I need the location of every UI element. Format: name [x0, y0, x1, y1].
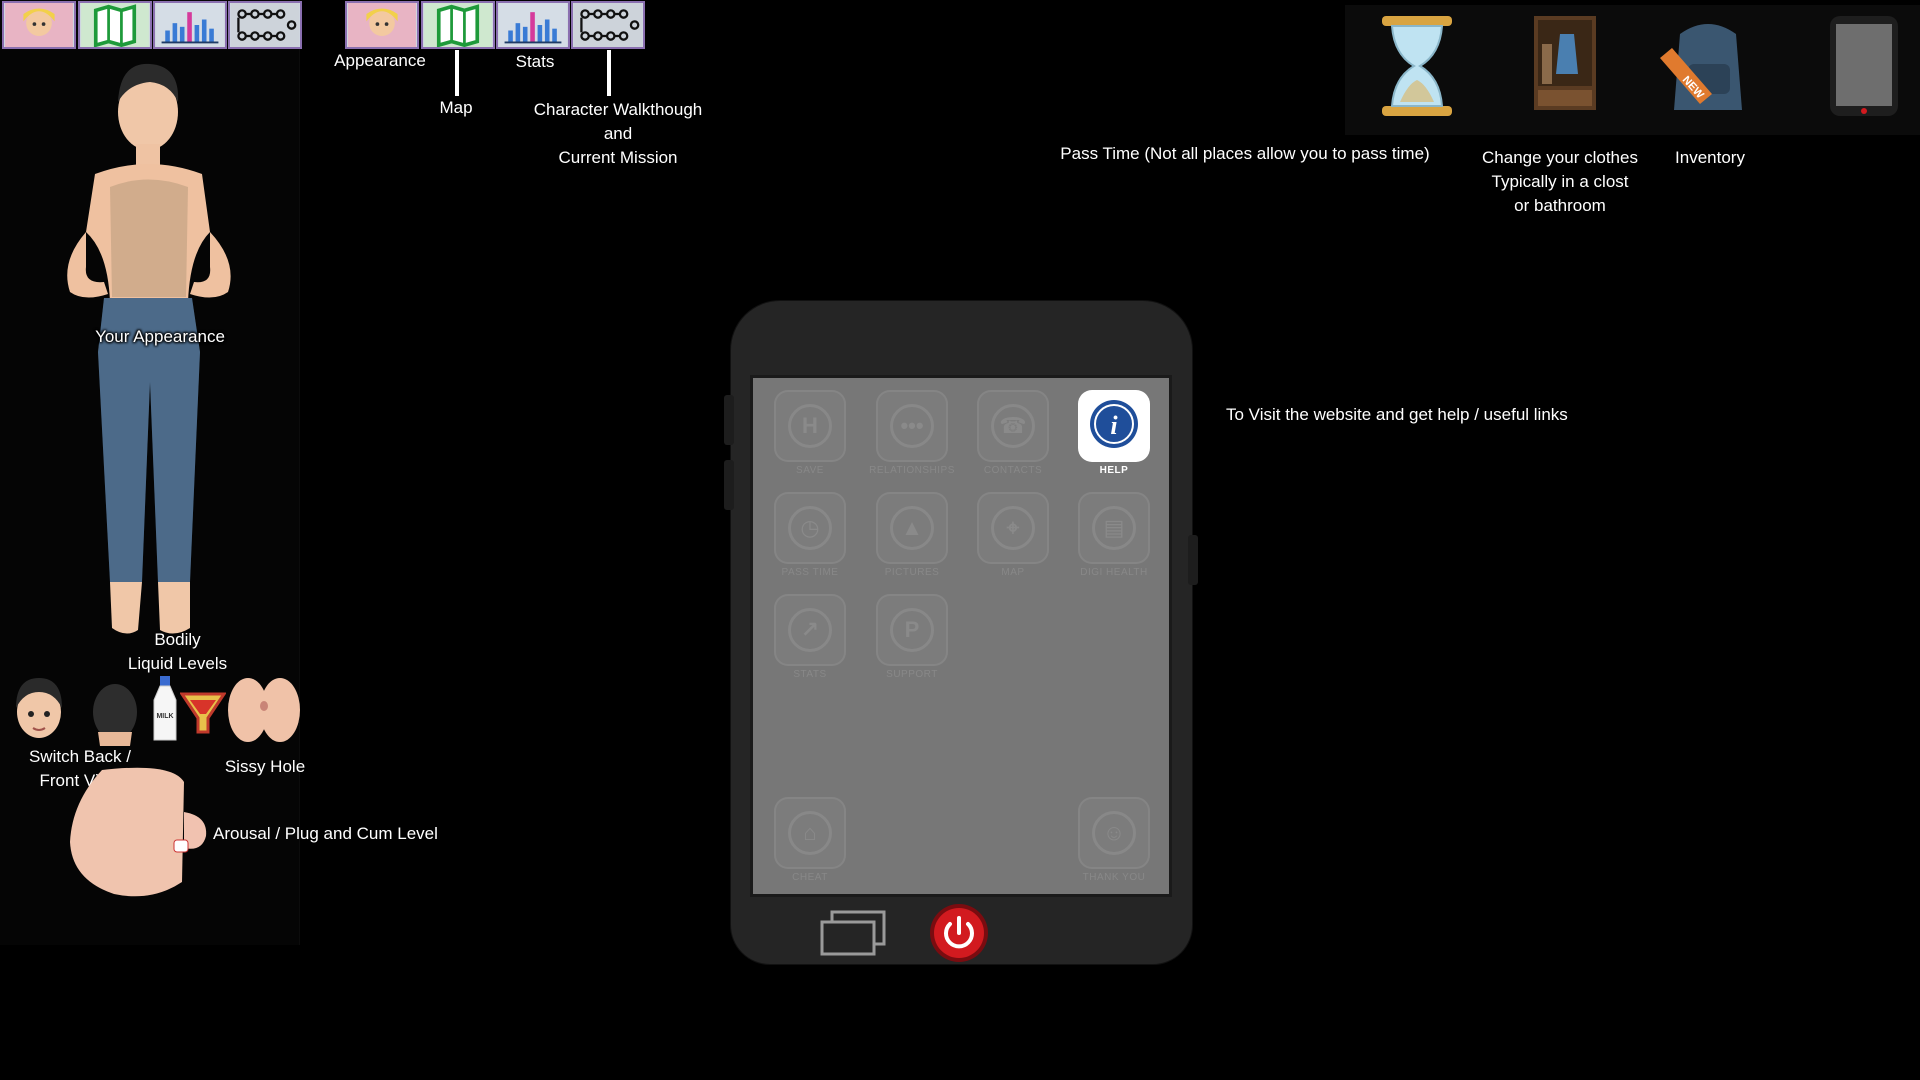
milk-bottle-label: MILK	[156, 713, 173, 720]
phone-side-button-3	[1188, 535, 1198, 585]
app-stats[interactable]: ↗	[774, 594, 846, 666]
app-icon-glyph: ⌖	[1006, 515, 1020, 540]
clothes-label-line3: or bathroom	[1514, 196, 1606, 215]
app-digi-health[interactable]: ▤	[1078, 492, 1150, 564]
walkthrough-pointer-line	[607, 50, 611, 96]
app-icon-glyph: ⌂	[803, 820, 817, 845]
backpack-icon[interactable]: NEW	[1660, 14, 1755, 118]
walkthrough-label-line3: Current Mission	[558, 148, 678, 167]
app-label-stats: STATS	[793, 669, 827, 680]
hourglass-icon[interactable]	[1378, 14, 1456, 118]
app-pass-time[interactable]: ◷	[774, 492, 846, 564]
app-icon-glyph: H	[802, 413, 818, 438]
clothes-label-line2: Typically in a clost	[1491, 172, 1629, 191]
map-pointer-line	[455, 50, 459, 96]
power-button-icon[interactable]	[928, 902, 990, 964]
clothes-label-line1: Change your clothes	[1482, 148, 1638, 167]
arousal-meter[interactable]	[62, 762, 212, 902]
inventory-label: Inventory	[1675, 148, 1745, 167]
app-pictures[interactable]: ▲	[876, 492, 948, 564]
app-icon-glyph: ▲	[901, 515, 923, 540]
funnel-icon	[180, 692, 226, 734]
info-icon-glyph: i	[1110, 411, 1118, 440]
flowchart-icon	[231, 3, 299, 47]
legend-map-button	[421, 1, 495, 49]
wardrobe-icon[interactable]	[1530, 14, 1600, 114]
bar-chart-icon	[156, 3, 224, 47]
phone-side-button-2	[724, 460, 734, 510]
app-cheat[interactable]: ⌂	[774, 797, 846, 869]
app-icon-glyph: P	[904, 617, 920, 642]
appearance-label: Appearance	[334, 51, 426, 70]
map-icon	[424, 3, 492, 47]
app-icon-glyph: ◷	[800, 515, 820, 540]
phone-icon[interactable]	[1828, 14, 1900, 118]
info-icon: i	[1090, 400, 1138, 448]
map-button[interactable]	[78, 1, 152, 49]
sissy-hole-icon[interactable]	[226, 674, 302, 746]
app-label-map: MAP	[1001, 567, 1025, 578]
app-label-save: SAVE	[796, 465, 824, 476]
app-thank-you[interactable]: ☺	[1078, 797, 1150, 869]
milk-bottle-icon: MILK	[153, 676, 177, 741]
recent-apps-icon[interactable]	[818, 910, 888, 958]
app-relationships[interactable]: •••	[876, 390, 948, 462]
walkthrough-label-line2: and	[603, 124, 633, 143]
app-icon-glyph: ↗	[800, 617, 820, 642]
legend-stats-button	[496, 1, 570, 49]
app-map[interactable]: ⌖	[977, 492, 1049, 564]
back-view-head-icon[interactable]	[84, 672, 146, 748]
app-support[interactable]: P	[876, 594, 948, 666]
app-label-pictures: PICTURES	[884, 567, 940, 578]
app-icon-glyph: ☎	[999, 413, 1027, 438]
phone-side-button-1	[724, 395, 734, 445]
your-appearance-label: Your Appearance	[95, 327, 225, 346]
bar-chart-icon	[499, 3, 567, 47]
stats-label: Stats	[515, 52, 555, 71]
pass-time-label: Pass Time (Not all places allow you to p…	[1060, 144, 1430, 163]
app-label-support: SUPPORT	[886, 669, 938, 680]
app-icon-glyph: ▤	[1103, 515, 1125, 540]
website-label: To Visit the website and get help / usef…	[1226, 405, 1568, 424]
liquid-levels-label-line1: Bodily	[154, 630, 201, 649]
map-icon	[81, 3, 149, 47]
app-label-help: HELP	[1099, 465, 1129, 476]
app-label-relationships: RELATIONSHIPS	[869, 465, 955, 476]
app-help[interactable]: i	[1078, 390, 1150, 462]
arousal-label: Arousal / Plug and Cum Level	[213, 824, 438, 843]
app-contacts[interactable]: ☎	[977, 390, 1049, 462]
character-figure	[67, 63, 231, 634]
app-icon-glyph: •••	[900, 413, 924, 438]
app-save[interactable]: H	[774, 390, 846, 462]
app-label-pass-time: PASS TIME	[781, 567, 839, 578]
appearance-button[interactable]	[2, 1, 76, 49]
front-view-head-icon[interactable]	[8, 672, 70, 748]
sissy-hole-label: Sissy Hole	[224, 757, 306, 776]
legend-walkthrough-button	[571, 1, 645, 49]
stats-button[interactable]	[153, 1, 227, 49]
flowchart-icon	[574, 3, 642, 47]
walkthrough-button[interactable]	[228, 1, 302, 49]
app-icon-glyph: ☺	[1102, 820, 1126, 845]
avatar-icon	[5, 3, 73, 47]
legend-appearance-button	[345, 1, 419, 49]
app-label-thank-you: THANK YOU	[1082, 872, 1146, 883]
app-label-digi-health: DIGI HEALTH	[1080, 567, 1148, 578]
avatar-icon	[348, 3, 416, 47]
map-label: Map	[439, 98, 473, 117]
walkthrough-label-line1: Character Walkthough	[533, 100, 703, 119]
app-label-contacts: CONTACTS	[983, 465, 1043, 476]
app-label-cheat: CHEAT	[792, 872, 828, 883]
